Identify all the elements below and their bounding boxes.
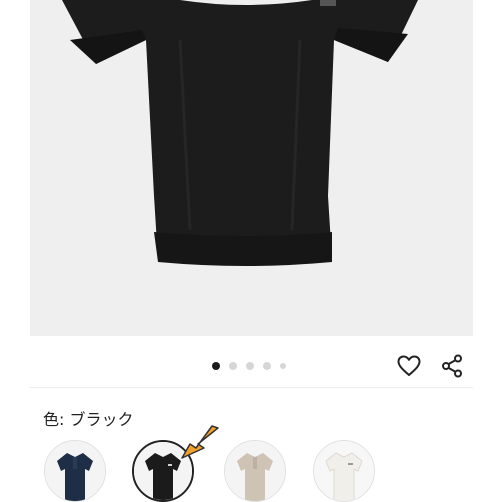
product-detail-view: 色: ブラック xyxy=(0,0,502,502)
share-button[interactable] xyxy=(438,352,466,380)
beige-polo-thumbnail xyxy=(225,441,285,501)
color-swatch-navy[interactable] xyxy=(44,440,106,502)
color-label: 色: ブラック xyxy=(43,410,134,429)
pointer-arrow-icon xyxy=(181,425,219,459)
image-pager[interactable] xyxy=(212,361,286,371)
favorite-button[interactable] xyxy=(395,352,423,380)
navy-polo-thumbnail xyxy=(45,441,105,501)
pager-dot[interactable] xyxy=(229,362,237,370)
pager-dot[interactable] xyxy=(263,362,271,370)
color-swatch-white[interactable] xyxy=(313,440,375,502)
black-tshirt-image xyxy=(30,0,473,336)
section-divider xyxy=(30,387,473,388)
pager-dot[interactable] xyxy=(280,363,286,369)
share-icon xyxy=(442,354,462,378)
pager-dot[interactable] xyxy=(212,362,220,370)
pager-dot[interactable] xyxy=(246,362,254,370)
color-swatch-beige[interactable] xyxy=(224,440,286,502)
white-polo-thumbnail xyxy=(314,441,374,501)
product-image[interactable] xyxy=(30,0,473,336)
heart-outline-icon xyxy=(397,355,421,376)
